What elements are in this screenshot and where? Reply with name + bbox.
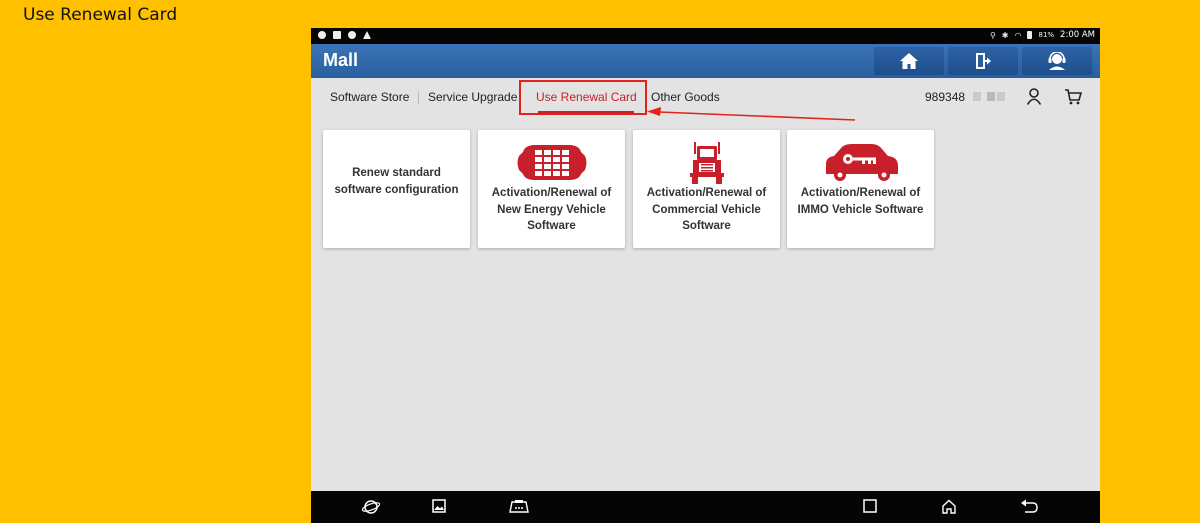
tab-divider <box>418 91 419 104</box>
card-renew-standard-software[interactable]: Renew standard software configuration <box>323 130 470 248</box>
card-new-energy-vehicle[interactable]: Activation/Renewal of New Energy Vehicle… <box>478 130 625 248</box>
tab-software-store[interactable]: Software Store <box>330 90 409 104</box>
vci-icon[interactable] <box>509 499 529 515</box>
status-bar: ⚲ ✱ ◠ 81% 2:00 AM <box>311 28 1100 44</box>
wifi-icon: ◠ <box>1014 30 1022 40</box>
masked-account-digits <box>997 92 1005 101</box>
card-label: Activation/Renewal of New Energy Vehicle… <box>491 187 612 232</box>
slide-title: Use Renewal Card <box>23 5 178 25</box>
home-nav-icon[interactable] <box>941 499 957 514</box>
card-commercial-vehicle[interactable]: Activation/Renewal of Commercial Vehicle… <box>633 130 780 248</box>
user-icon[interactable] <box>1026 88 1042 105</box>
cart-icon[interactable] <box>1064 88 1082 105</box>
battery-level: 81% <box>1038 31 1055 39</box>
cast-icon <box>348 31 356 39</box>
card-immo-vehicle[interactable]: Activation/Renewal of IMMO Vehicle Softw… <box>787 130 934 248</box>
support-button[interactable] <box>1022 47 1092 75</box>
battery-icon <box>1027 31 1033 39</box>
location-icon: ⚲ <box>989 30 996 40</box>
gallery-icon[interactable] <box>432 499 446 513</box>
bluetooth-icon: ✱ <box>1001 30 1009 40</box>
truck-icon <box>689 142 724 184</box>
exit-button[interactable] <box>948 47 1018 75</box>
masked-account-digits <box>987 92 995 101</box>
battery-car-icon <box>517 145 586 180</box>
navigation-bar <box>311 491 1100 523</box>
back-icon[interactable] <box>1020 499 1038 513</box>
warning-icon <box>363 31 371 39</box>
browser-icon[interactable] <box>362 499 380 515</box>
exit-icon <box>976 53 991 69</box>
page-title: Mall <box>323 50 359 70</box>
home-button[interactable] <box>874 47 944 75</box>
shield-icon <box>318 31 326 39</box>
annotation-arrow <box>647 107 856 121</box>
image-icon <box>333 31 341 39</box>
account-id: 989348 <box>925 90 966 104</box>
car-key-icon <box>825 144 898 181</box>
card-label: Renew standard software configuration <box>334 167 459 196</box>
tablet-screen: ⚲ ✱ ◠ 81% 2:00 AM Mall Software Store Se… <box>311 28 1100 523</box>
home-icon <box>900 53 918 69</box>
tab-service-upgrade[interactable]: Service Upgrade <box>428 90 517 104</box>
card-label: Activation/Renewal of IMMO Vehicle Softw… <box>797 187 924 216</box>
card-label: Activation/Renewal of Commercial Vehicle… <box>646 187 767 232</box>
support-agent-icon <box>1048 52 1066 70</box>
annotation-highlight-box <box>519 80 647 115</box>
app-bar: Mall <box>311 44 1100 78</box>
masked-account-digits <box>973 92 981 101</box>
clock: 2:00 AM <box>1060 30 1095 40</box>
recent-apps-icon[interactable] <box>863 499 877 513</box>
